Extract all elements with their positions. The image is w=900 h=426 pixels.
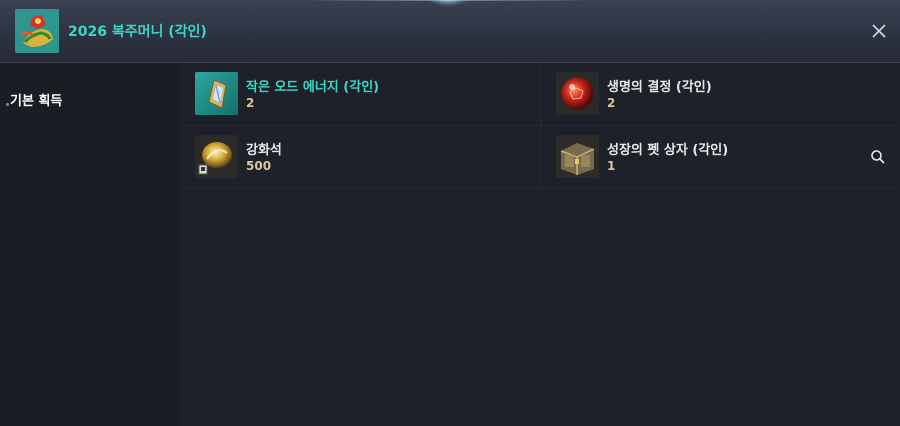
sidebar-item-label: 기본 획득 [10, 94, 63, 109]
item-count: 2 [246, 96, 255, 110]
item-count: 500 [246, 159, 272, 173]
window-title: 2026 복주머니 (각인) [68, 24, 207, 40]
list-item[interactable]: 성장의 펫 상자 (각인) 1 [540, 126, 899, 189]
list-item[interactable]: 작은 오드 에너지 (각인) 2 [180, 63, 538, 126]
list-item[interactable]: 강화석 500 [180, 126, 538, 189]
item-name: 강화석 [246, 143, 282, 158]
list-item[interactable]: 생명의 결정 (각인) 2 [540, 63, 899, 126]
sidebar-selection-marker [6, 103, 9, 106]
enchant-stone-icon [195, 135, 238, 178]
lucky-bag-icon [15, 9, 59, 53]
close-icon [872, 24, 886, 38]
reward-list: 작은 오드 에너지 (각인) 2 생명의 결정 (각인) 2 강화석 500 성… [180, 63, 900, 426]
treasure-chest-icon [556, 135, 599, 178]
red-orb-icon [556, 72, 599, 115]
crystal-icon [195, 72, 238, 115]
sidebar-item-basic-acquire[interactable]: 기본 획득 [0, 81, 180, 115]
item-name: 작은 오드 에너지 (각인) [246, 80, 380, 95]
item-name: 성장의 펫 상자 (각인) [607, 143, 729, 158]
category-sidebar: 기본 획득 [0, 63, 180, 426]
search-button[interactable] [870, 149, 886, 165]
window-header: 2026 복주머니 (각인) [0, 0, 900, 63]
header-gem-ornament [428, 0, 468, 6]
item-count: 1 [607, 159, 616, 173]
close-button[interactable] [868, 20, 890, 42]
item-name: 생명의 결정 (각인) [607, 80, 712, 95]
item-count: 2 [607, 96, 616, 110]
search-icon [871, 150, 885, 164]
